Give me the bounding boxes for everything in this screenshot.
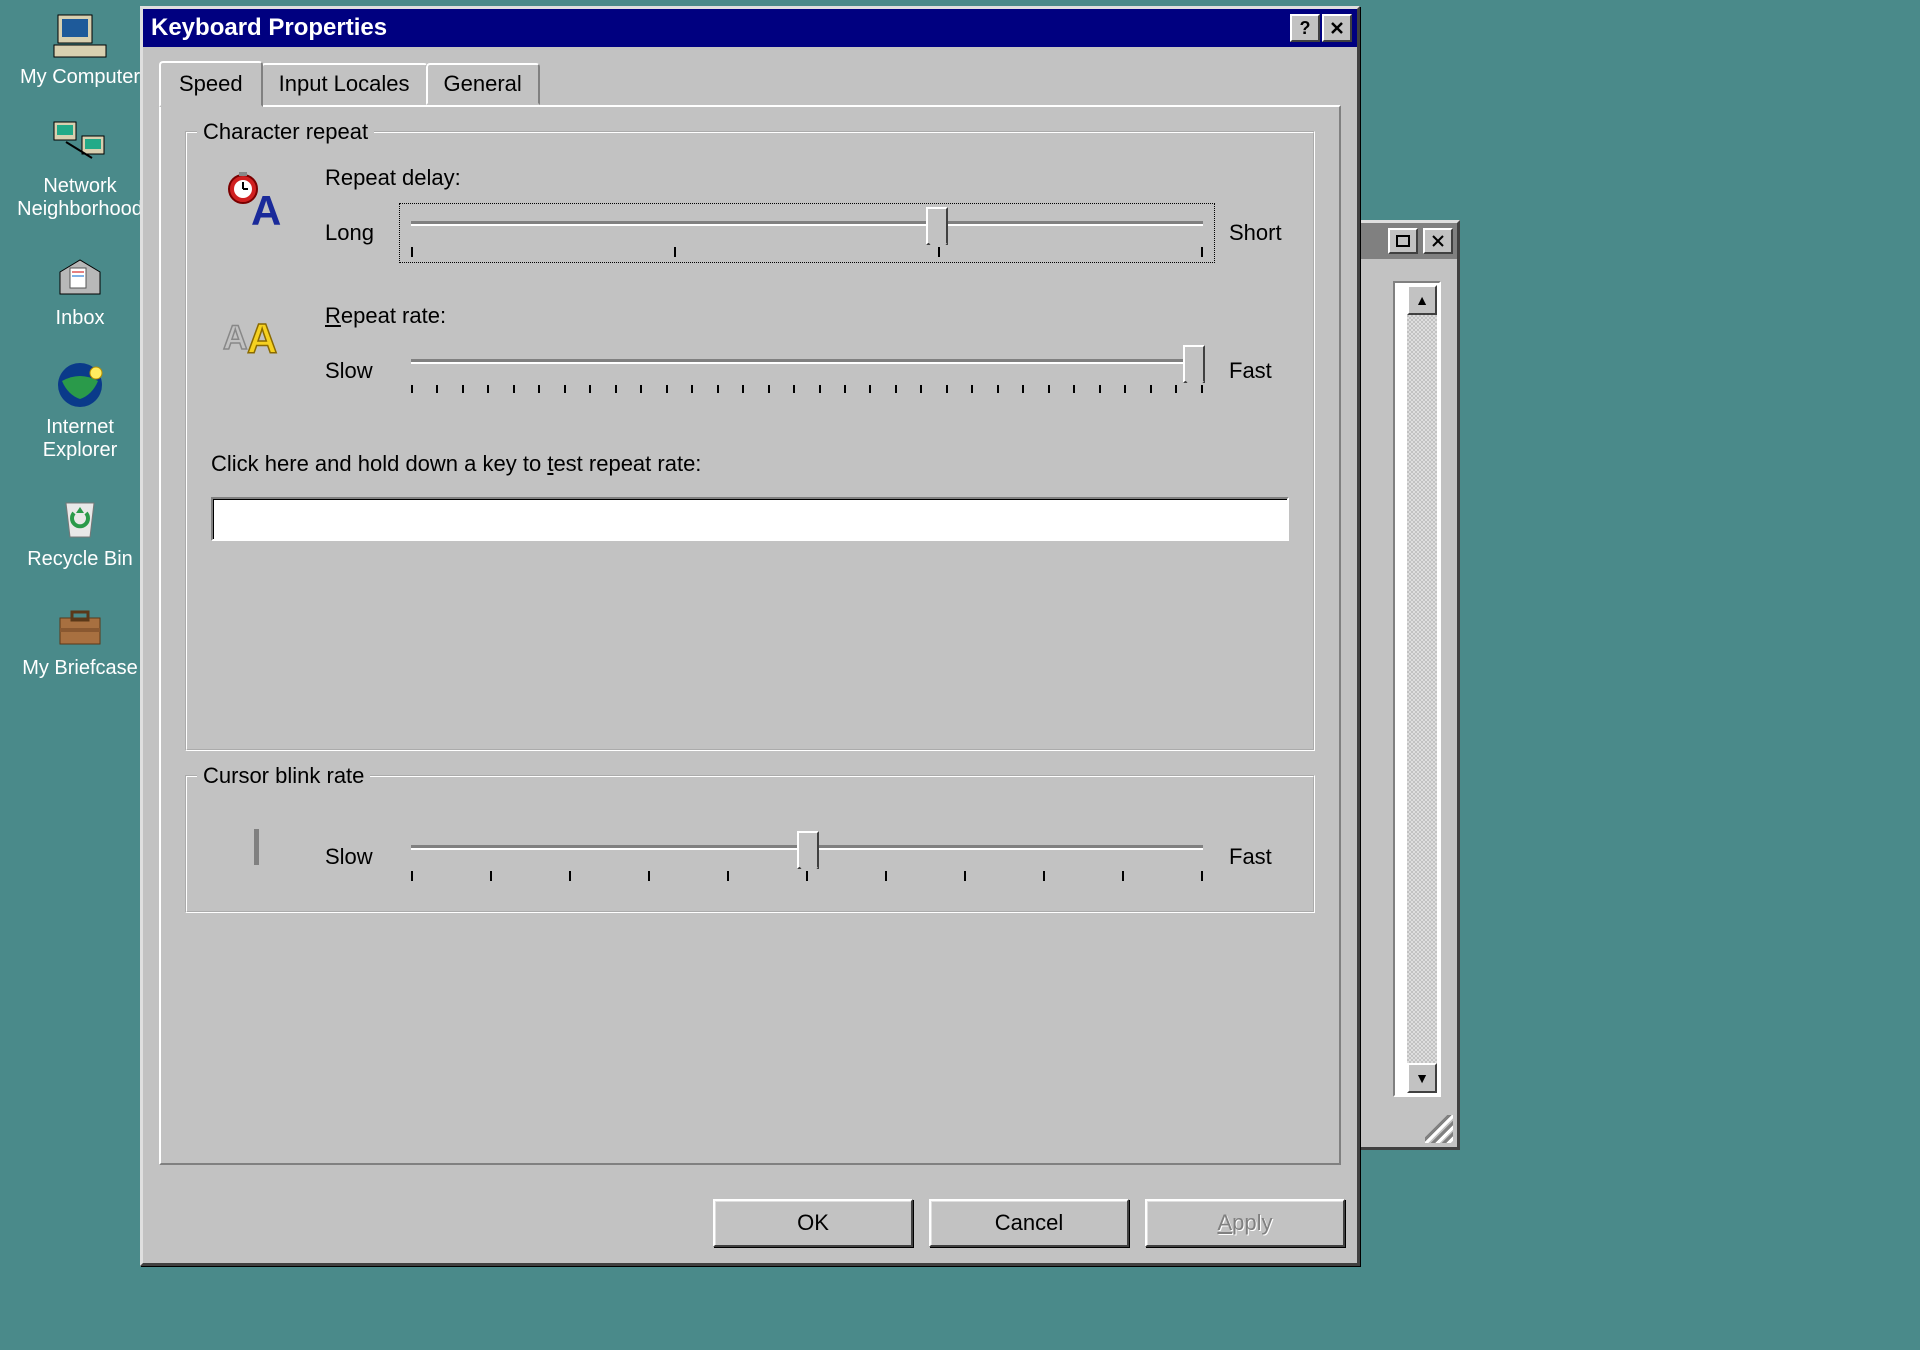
scroll-up-icon[interactable]: ▲ [1407, 285, 1437, 315]
desktop-icon-ie[interactable]: Internet Explorer [10, 360, 150, 462]
dialog-titlebar[interactable]: Keyboard Properties ? [143, 9, 1357, 47]
cursor-blink-group: Cursor blink rate Slow [185, 775, 1315, 913]
repeat-rate-slider[interactable] [399, 341, 1215, 401]
repeat-rate-row: A A Repeat rate: Slow [211, 303, 1289, 401]
svg-text:A: A [223, 319, 248, 357]
scroll-track[interactable] [1407, 315, 1437, 1063]
button-label: Apply [1217, 1210, 1272, 1236]
help-button[interactable]: ? [1290, 14, 1320, 42]
dialog-title: Keyboard Properties [151, 14, 1288, 42]
test-repeat-input[interactable] [211, 497, 1289, 541]
desktop-icons: My Computer Network Neighborhood Inbox I… [10, 0, 150, 710]
desktop-icon-network[interactable]: Network Neighborhood [10, 119, 150, 221]
test-area: Click here and hold down a key to test r… [211, 451, 1289, 541]
tab-label: Speed [179, 71, 243, 96]
close-icon [1330, 21, 1344, 35]
computer-icon [50, 10, 110, 60]
cancel-button[interactable]: Cancel [929, 1199, 1129, 1247]
tab-label: General [444, 71, 522, 96]
group-legend: Character repeat [197, 119, 374, 145]
network-icon [50, 119, 110, 169]
test-label: Click here and hold down a key to test r… [211, 451, 1289, 477]
button-label: OK [797, 1210, 829, 1236]
inbox-icon [50, 251, 110, 301]
cursor-icon [254, 829, 259, 865]
slider-thumb[interactable] [1183, 345, 1205, 383]
keyboard-properties-dialog: Keyboard Properties ? Speed Input Locale… [140, 6, 1360, 1266]
desktop-icon-label: Internet Explorer [10, 416, 150, 462]
repeat-delay-right: Short [1229, 220, 1289, 246]
svg-text:A: A [247, 315, 277, 359]
desktop-icon-label: Inbox [56, 307, 105, 330]
dialog-button-row: OK Cancel Apply [143, 1181, 1357, 1263]
close-button[interactable] [1322, 14, 1352, 42]
tab-strip: Speed Input Locales General [159, 61, 1341, 105]
scroll-down-icon[interactable]: ▼ [1407, 1063, 1437, 1093]
desktop-icon-recycle[interactable]: Recycle Bin [10, 492, 150, 571]
tab-label: Input Locales [279, 71, 410, 96]
briefcase-icon [50, 601, 110, 651]
background-scrollbar[interactable]: ▲ ▼ [1407, 285, 1437, 1093]
desktop-icon-label: My Briefcase [22, 657, 138, 680]
character-repeat-group: Character repeat A Repeat dela [185, 131, 1315, 751]
group-legend: Cursor blink rate [197, 763, 370, 789]
slider-thumb[interactable] [926, 207, 948, 245]
cursor-blink-demo [211, 809, 301, 865]
recycle-icon [50, 492, 110, 542]
desktop-icon-my-computer[interactable]: My Computer [10, 10, 150, 89]
desktop-icon-label: Network Neighborhood [10, 175, 150, 221]
button-label: Cancel [995, 1210, 1063, 1236]
repeat-delay-slider[interactable] [399, 203, 1215, 263]
tab-panel-speed: Character repeat A Repeat dela [159, 105, 1341, 1165]
desktop-icon-label: My Computer [20, 66, 140, 89]
background-close-icon[interactable] [1423, 228, 1453, 254]
repeat-rate-left: Slow [325, 358, 385, 384]
repeat-delay-row: A Repeat delay: Long Short [211, 165, 1289, 263]
ok-button[interactable]: OK [713, 1199, 913, 1247]
slider-thumb[interactable] [797, 831, 819, 869]
repeat-delay-icon: A [211, 165, 301, 231]
repeat-delay-left: Long [325, 220, 385, 246]
repeat-delay-label: Repeat delay: [325, 165, 1289, 191]
background-window-listbox: ▲ ▼ [1393, 281, 1441, 1097]
resize-grip-icon[interactable] [1425, 1115, 1453, 1143]
apply-button[interactable]: Apply [1145, 1199, 1345, 1247]
dialog-body: Speed Input Locales General Character re… [143, 47, 1357, 1181]
repeat-rate-icon: A A [211, 303, 301, 359]
repeat-rate-right: Fast [1229, 358, 1289, 384]
repeat-rate-label: Repeat rate: [325, 303, 1289, 329]
tab-speed[interactable]: Speed [159, 61, 263, 107]
background-maximize-icon[interactable] [1388, 228, 1418, 254]
desktop-icon-label: Recycle Bin [27, 548, 133, 571]
tab-input-locales[interactable]: Input Locales [261, 63, 428, 105]
cursor-blink-right: Fast [1229, 844, 1289, 870]
tab-general[interactable]: General [426, 63, 540, 105]
desktop-icon-inbox[interactable]: Inbox [10, 251, 150, 330]
svg-text:A: A [251, 187, 281, 231]
desktop-icon-briefcase[interactable]: My Briefcase [10, 601, 150, 680]
globe-icon [50, 360, 110, 410]
cursor-blink-slider[interactable] [399, 827, 1215, 887]
cursor-blink-left: Slow [325, 844, 385, 870]
